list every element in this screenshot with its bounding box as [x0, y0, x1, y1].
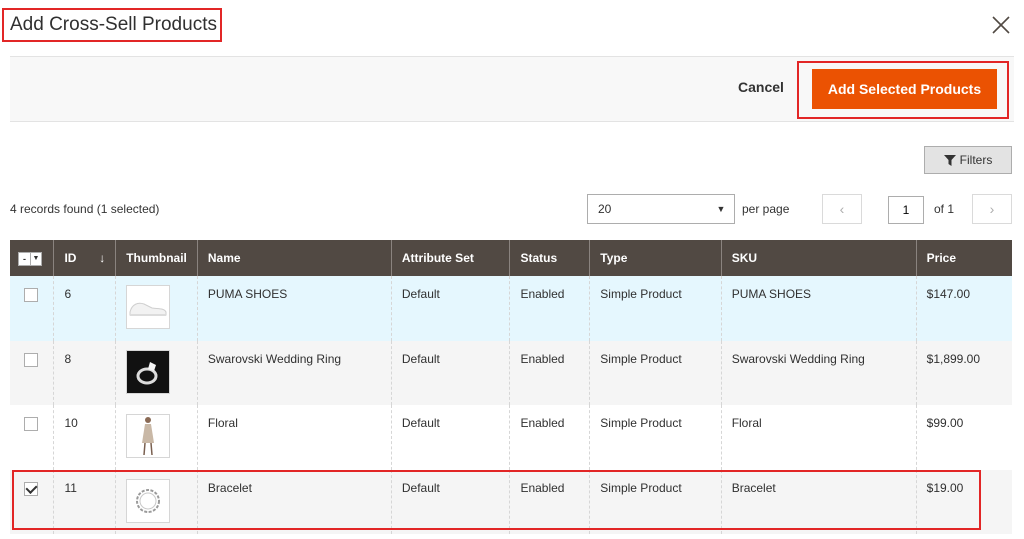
- row-select-cell[interactable]: [10, 469, 54, 534]
- previous-page-button[interactable]: ‹: [822, 194, 862, 224]
- ring-image: [128, 351, 169, 392]
- row-select-cell[interactable]: [10, 340, 54, 405]
- cell-attribute-set: Default: [390, 340, 510, 405]
- column-header-thumbnail: Thumbnail: [115, 240, 198, 276]
- cell-sku: Floral: [720, 405, 917, 470]
- cell-type: Simple Product: [589, 405, 722, 470]
- cell-type: Simple Product: [589, 276, 722, 341]
- cell-type: Simple Product: [589, 469, 722, 534]
- cell-name: Bracelet: [196, 469, 392, 534]
- row-checkbox[interactable]: [24, 417, 38, 431]
- records-count: 4 records found (1 selected): [10, 202, 160, 216]
- cell-status: Enabled: [509, 340, 590, 405]
- cell-id: 11: [53, 469, 116, 534]
- chevron-down-icon: ▼: [30, 252, 41, 265]
- cell-thumbnail: [115, 469, 198, 534]
- column-name-label: Name: [207, 251, 241, 265]
- minus-icon: -: [23, 253, 26, 264]
- cell-type: Simple Product: [589, 340, 722, 405]
- column-header-price[interactable]: Price: [915, 240, 1012, 276]
- modal-title: Add Cross-Sell Products: [2, 8, 222, 42]
- modal-action-bar: Cancel Add Selected Products: [10, 56, 1014, 122]
- per-page-value: 20: [598, 202, 612, 216]
- table-row[interactable]: 6 PUMA SHOES Default Enabled Simple Prod…: [10, 276, 1012, 341]
- cell-id: 8: [53, 340, 116, 405]
- chevron-right-icon: ›: [989, 201, 995, 217]
- column-header-attribute-set[interactable]: Attribute Set: [390, 240, 510, 276]
- cell-sku: PUMA SHOES: [720, 276, 917, 341]
- sort-arrow-down-icon: ↓: [99, 251, 106, 265]
- add-selected-products-button[interactable]: Add Selected Products: [812, 69, 997, 109]
- cell-name: Swarovski Wedding Ring: [196, 340, 392, 405]
- cell-thumbnail: [115, 276, 198, 341]
- product-thumbnail: [126, 414, 171, 458]
- cell-sku: Swarovski Wedding Ring: [720, 340, 917, 405]
- dress-image: [142, 417, 155, 456]
- column-thumbnail-label: Thumbnail: [126, 251, 187, 265]
- chevron-left-icon: ‹: [839, 201, 845, 217]
- column-sku-label: SKU: [731, 251, 758, 265]
- cell-name: Floral: [196, 405, 392, 470]
- row-checkbox[interactable]: [24, 481, 38, 496]
- table-row[interactable]: 11 Bracelet Default Enabled Simple Produ…: [10, 469, 1012, 534]
- column-header-sku[interactable]: SKU: [720, 240, 917, 276]
- row-checkbox[interactable]: [24, 352, 38, 367]
- cell-attribute-set: Default: [390, 276, 510, 341]
- cell-status: Enabled: [509, 469, 590, 534]
- column-id-label: ID: [64, 251, 77, 265]
- cell-attribute-set: Default: [390, 405, 510, 470]
- cell-status: Enabled: [509, 276, 590, 341]
- product-thumbnail: [126, 478, 171, 523]
- filters-label: Filters: [959, 153, 993, 167]
- mass-action-header[interactable]: - ▼: [10, 240, 54, 276]
- column-status-label: Status: [520, 251, 558, 265]
- cell-status: Enabled: [509, 405, 590, 470]
- cell-thumbnail: [115, 405, 198, 470]
- products-grid: - ▼ ID ↓ Thumbnail Name Attribute Set St…: [10, 240, 1012, 534]
- column-header-name[interactable]: Name: [196, 240, 392, 276]
- column-price-label: Price: [926, 251, 956, 265]
- page-total: of 1: [934, 202, 955, 216]
- column-header-status[interactable]: Status: [509, 240, 590, 276]
- chevron-down-icon: ▼: [716, 204, 726, 214]
- page-number-input[interactable]: [888, 196, 924, 224]
- column-attribute-set-label: Attribute Set: [401, 251, 474, 265]
- next-page-button[interactable]: ›: [972, 194, 1012, 224]
- cell-price: $147.00: [915, 276, 1012, 341]
- grid-header-row: - ▼ ID ↓ Thumbnail Name Attribute Set St…: [10, 240, 1012, 276]
- product-thumbnail: [126, 285, 171, 329]
- filters-button[interactable]: Filters: [924, 146, 1012, 174]
- cell-sku: Bracelet: [720, 469, 917, 534]
- column-header-type[interactable]: Type: [589, 240, 722, 276]
- per-page-select[interactable]: 20 ▼: [587, 194, 735, 224]
- per-page-label: per page: [742, 202, 790, 216]
- table-row[interactable]: 8 Swarovski Wedding Ring Default Enabled…: [10, 340, 1012, 405]
- shoe-image: [129, 302, 167, 316]
- table-row[interactable]: 10 Floral Default Enabled Simple Product…: [10, 405, 1012, 470]
- cancel-button[interactable]: Cancel: [738, 79, 784, 95]
- column-header-id[interactable]: ID ↓: [53, 240, 116, 276]
- row-checkbox[interactable]: [24, 288, 38, 302]
- column-type-label: Type: [600, 251, 628, 265]
- cell-price: $19.00: [915, 469, 1012, 534]
- cell-price: $1,899.00: [915, 340, 1012, 405]
- cell-name: PUMA SHOES: [196, 276, 392, 341]
- row-select-cell[interactable]: [10, 405, 54, 470]
- cell-price: $99.00: [915, 405, 1012, 470]
- cell-thumbnail: [115, 340, 198, 405]
- cell-id: 6: [53, 276, 116, 341]
- cell-attribute-set: Default: [390, 469, 510, 534]
- bracelet-image: [136, 488, 161, 513]
- mass-select-dropdown[interactable]: - ▼: [18, 251, 42, 266]
- funnel-icon: [943, 154, 956, 166]
- close-icon[interactable]: [990, 14, 1012, 36]
- product-thumbnail: [126, 349, 171, 394]
- cell-id: 10: [53, 405, 116, 470]
- row-select-cell[interactable]: [10, 276, 54, 341]
